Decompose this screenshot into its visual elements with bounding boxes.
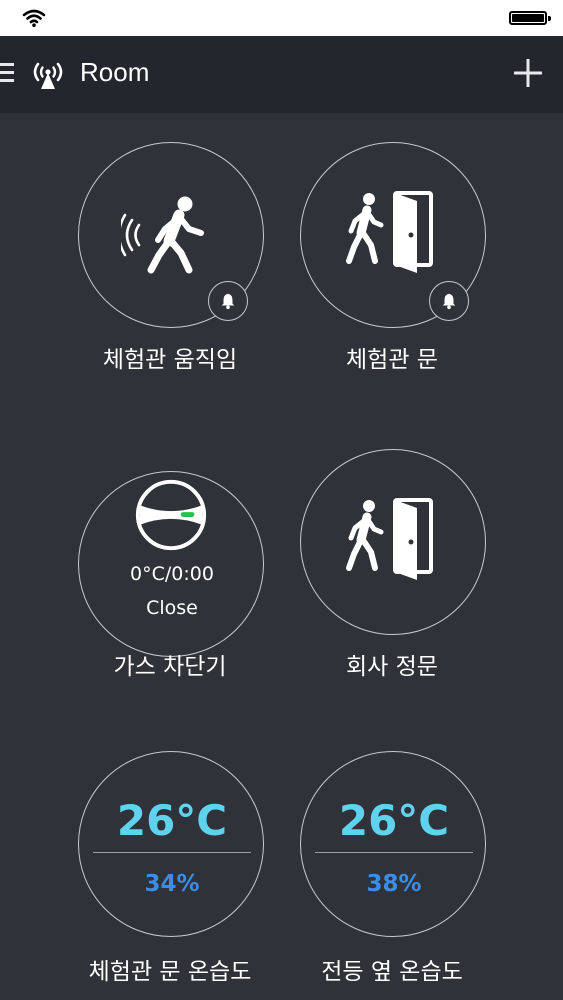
wifi-icon (22, 9, 46, 27)
device-label: 체험관 문 온습도 (88, 959, 252, 985)
divider (315, 852, 473, 853)
antenna-icon (33, 62, 63, 89)
device-label: 체험관 문 (346, 347, 438, 373)
gas-state: Close (146, 597, 198, 619)
menu-icon[interactable] (0, 63, 14, 85)
device-label: 가스 차단기 (113, 654, 227, 680)
door-sensor-tile[interactable] (300, 449, 486, 635)
navigation-bar: Room (0, 36, 563, 113)
temperature-value: 26°C (338, 796, 450, 845)
bell-icon[interactable] (429, 281, 469, 321)
device-label: 회사 정문 (346, 654, 438, 680)
humidity-value: 34% (144, 871, 200, 897)
motion-walking-icon (121, 196, 204, 274)
door-walking-icon (346, 498, 433, 580)
humidity-value: 38% (366, 871, 422, 897)
bell-icon[interactable] (208, 281, 248, 321)
thermo-hygrometer-tile[interactable]: 26°C 34% (78, 751, 264, 937)
gas-valve-tile[interactable]: 0°C/0:00 Close (78, 471, 264, 657)
divider (93, 852, 251, 853)
add-icon[interactable] (513, 58, 543, 88)
status-bar (0, 0, 563, 36)
temperature-value: 26°C (116, 796, 228, 845)
battery-icon (509, 11, 551, 25)
gas-reading: 0°C/0:00 (130, 563, 214, 585)
page-title: Room (80, 57, 150, 87)
device-label: 체험관 움직임 (102, 347, 238, 373)
door-walking-icon (346, 191, 433, 273)
gas-valve-icon (135, 479, 207, 551)
thermo-hygrometer-tile[interactable]: 26°C 38% (300, 751, 486, 937)
device-label: 전등 옆 온습도 (321, 959, 463, 985)
